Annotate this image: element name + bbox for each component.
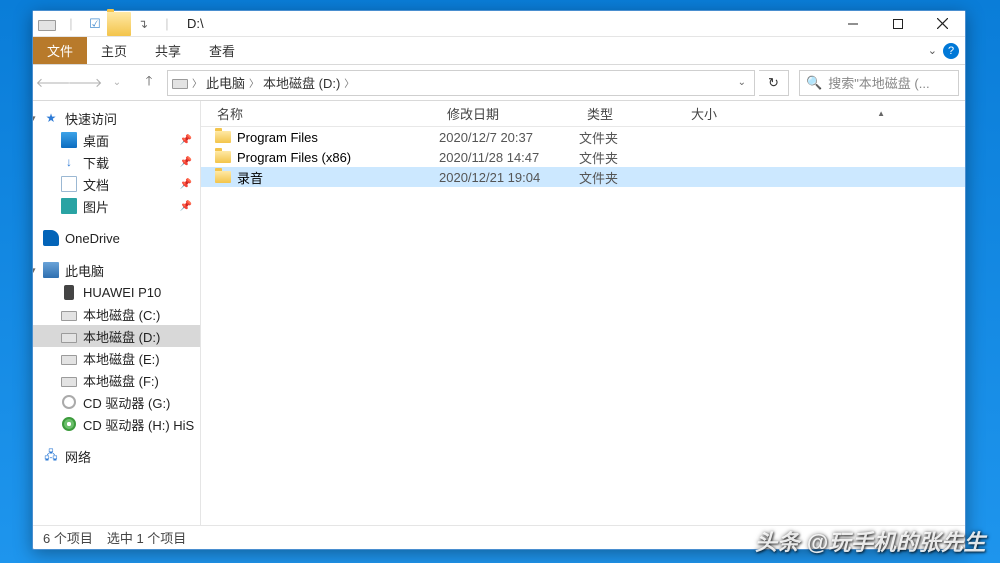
drive-icon — [61, 306, 77, 322]
nav-downloads[interactable]: ↓下载📌 — [33, 151, 200, 173]
network-icon: 🖧 — [43, 448, 59, 464]
tab-file[interactable]: 文件 — [33, 37, 87, 64]
drive-icon — [172, 79, 188, 89]
document-icon — [61, 176, 77, 192]
tab-view[interactable]: 查看 — [195, 37, 249, 64]
watermark: 头条 @玩手机的张先生 — [755, 525, 986, 557]
chevron-right-icon[interactable]: 〉 — [192, 75, 202, 90]
folder-icon — [107, 12, 131, 36]
file-row[interactable]: Program Files (x86) 2020/11/28 14:47 文件夹 — [201, 147, 965, 167]
help-icon[interactable]: ? — [943, 43, 959, 59]
tab-share[interactable]: 共享 — [141, 37, 195, 64]
content-area: ▾★快速访问 桌面📌 ↓下载📌 文档📌 图片📌 OneDrive ▾此电脑 HU… — [33, 101, 965, 525]
qat-divider-icon: | — [155, 12, 179, 36]
nav-phone[interactable]: HUAWEI P10 — [33, 281, 200, 303]
qat-check-icon[interactable]: ☑ — [83, 12, 107, 36]
qat-dropdown-icon[interactable]: ↴ — [131, 12, 155, 36]
nav-cd-g[interactable]: CD 驱动器 (G:) — [33, 391, 200, 413]
nav-drive-f[interactable]: 本地磁盘 (F:) — [33, 369, 200, 391]
ribbon-right: ⌄ ? — [922, 37, 965, 64]
star-icon: ★ — [43, 110, 59, 126]
nav-drive-e[interactable]: 本地磁盘 (E:) — [33, 347, 200, 369]
drive-icon — [61, 372, 77, 388]
file-row-selected[interactable]: 录音 2020/12/21 19:04 文件夹 — [201, 167, 965, 187]
onedrive-icon — [43, 230, 59, 246]
col-name[interactable]: 名称 — [211, 104, 441, 123]
phone-icon — [61, 284, 77, 300]
close-button[interactable] — [920, 11, 965, 37]
cd-icon — [61, 394, 77, 410]
search-input[interactable]: 🔍 搜索"本地磁盘 (... — [799, 70, 959, 96]
nav-drive-c[interactable]: 本地磁盘 (C:) — [33, 303, 200, 325]
desktop-icon — [61, 132, 77, 148]
file-list: 名称 修改日期 类型 大小 ▲ Program Files 2020/12/7 … — [201, 101, 965, 525]
forward-button[interactable]: 🡒 — [71, 69, 99, 97]
nav-desktop[interactable]: 桌面📌 — [33, 129, 200, 151]
window-title: D:\ — [181, 16, 204, 31]
pin-icon: 📌 — [180, 135, 192, 146]
minimize-button[interactable] — [830, 11, 875, 37]
folder-icon — [215, 171, 231, 183]
status-selected: 选中 1 个项目 — [107, 528, 186, 547]
drive-icon — [61, 350, 77, 366]
ribbon-expand-icon[interactable]: ⌄ — [928, 44, 937, 57]
nav-cd-h[interactable]: CD 驱动器 (H:) HiS — [33, 413, 200, 435]
tab-home[interactable]: 主页 — [87, 37, 141, 64]
nav-this-pc[interactable]: ▾此电脑 — [33, 259, 200, 281]
pin-icon: 📌 — [180, 201, 192, 212]
nav-quick-access[interactable]: ▾★快速访问 — [33, 107, 200, 129]
folder-icon — [215, 151, 231, 163]
address-bar[interactable]: 〉 此电脑 〉 本地磁盘 (D:) 〉 ⌄ — [167, 70, 755, 96]
sort-indicator-icon: ▲ — [877, 109, 885, 118]
breadcrumb-root[interactable]: 此电脑 — [206, 73, 245, 92]
navigation-pane[interactable]: ▾★快速访问 桌面📌 ↓下载📌 文档📌 图片📌 OneDrive ▾此电脑 HU… — [33, 101, 201, 525]
col-size[interactable]: 大小 — [685, 104, 755, 123]
quick-access-toolbar: | ☑ ↴ | — [33, 11, 181, 36]
title-bar: | ☑ ↴ | D:\ — [33, 11, 965, 37]
pc-icon — [43, 262, 59, 278]
drive-icon — [35, 12, 59, 36]
col-type[interactable]: 类型 — [581, 104, 685, 123]
nav-onedrive[interactable]: OneDrive — [33, 227, 200, 249]
drive-icon — [61, 328, 77, 344]
nav-documents[interactable]: 文档📌 — [33, 173, 200, 195]
column-headers: 名称 修改日期 类型 大小 ▲ — [201, 101, 965, 127]
nav-network[interactable]: 🖧网络 — [33, 445, 200, 467]
pin-icon: 📌 — [180, 179, 192, 190]
search-icon: 🔍 — [806, 75, 822, 91]
chevron-right-icon[interactable]: 〉 — [344, 75, 354, 90]
breadcrumb-drive[interactable]: 本地磁盘 (D:) — [263, 73, 340, 92]
navigation-bar: 🡐 🡒 ⌄ 🡑 〉 此电脑 〉 本地磁盘 (D:) 〉 ⌄ ↻ 🔍 搜索"本地磁… — [33, 65, 965, 101]
file-row[interactable]: Program Files 2020/12/7 20:37 文件夹 — [201, 127, 965, 147]
search-placeholder: 搜索"本地磁盘 (... — [828, 73, 929, 92]
up-button[interactable]: 🡑 — [135, 69, 163, 97]
back-button[interactable]: 🡐 — [39, 69, 67, 97]
address-dropdown-icon[interactable]: ⌄ — [738, 77, 750, 88]
folder-icon — [215, 131, 231, 143]
window-controls — [830, 11, 965, 37]
nav-drive-d[interactable]: 本地磁盘 (D:) — [33, 325, 200, 347]
status-count: 6 个项目 — [43, 528, 93, 547]
explorer-window: | ☑ ↴ | D:\ 文件 主页 共享 查看 ⌄ ? 🡐 🡒 ⌄ 🡑 〉 此电 — [32, 10, 966, 550]
cd-icon — [61, 416, 77, 432]
col-date[interactable]: 修改日期 — [441, 104, 581, 123]
chevron-down-icon[interactable]: ▾ — [33, 265, 36, 276]
chevron-right-icon[interactable]: 〉 — [249, 75, 259, 90]
chevron-down-icon[interactable]: ▾ — [33, 113, 36, 124]
pin-icon: 📌 — [180, 157, 192, 168]
refresh-button[interactable]: ↻ — [759, 70, 789, 96]
recent-dropdown-icon[interactable]: ⌄ — [103, 69, 131, 97]
qat-separator-icon: | — [59, 12, 83, 36]
picture-icon — [61, 198, 77, 214]
maximize-button[interactable] — [875, 11, 920, 37]
ribbon-tabs: 文件 主页 共享 查看 ⌄ ? — [33, 37, 965, 65]
download-icon: ↓ — [61, 154, 77, 170]
nav-pictures[interactable]: 图片📌 — [33, 195, 200, 217]
